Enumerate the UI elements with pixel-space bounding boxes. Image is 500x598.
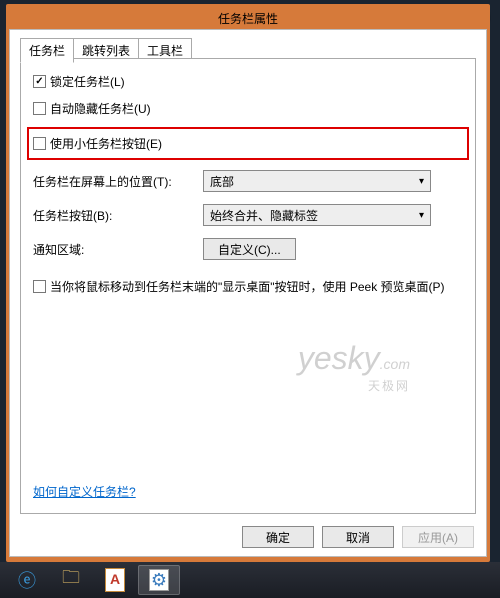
gear-icon: ⚙ xyxy=(149,569,169,591)
combine-label: 任务栏按钮(B): xyxy=(33,207,203,224)
peek-checkbox[interactable] xyxy=(33,280,46,293)
customize-button[interactable]: 自定义(C)... xyxy=(203,238,296,260)
small-buttons-label[interactable]: 使用小任务栏按钮(E) xyxy=(33,135,162,152)
autohide-text: 自动隐藏任务栏(U) xyxy=(50,100,151,117)
row-position: 任务栏在屏幕上的位置(T): 底部 ▾ xyxy=(33,170,463,192)
combine-value: 始终合并、隐藏标签 xyxy=(210,207,318,224)
taskbar-explorer-icon[interactable]: 🗀 xyxy=(50,565,92,595)
lock-taskbar-checkbox[interactable] xyxy=(33,75,46,88)
position-value: 底部 xyxy=(210,173,234,190)
autohide-label[interactable]: 自动隐藏任务栏(U) xyxy=(33,100,151,117)
dialog-titlebar: 任务栏属性 xyxy=(9,7,487,29)
dialog-body: 任务栏 跳转列表 工具栏 锁定任务栏(L) 自动隐藏任务栏(U) xyxy=(9,29,487,557)
taskbar-ie-icon[interactable]: ⓔ xyxy=(6,565,48,595)
apply-button[interactable]: 应用(A) xyxy=(402,526,474,548)
document-icon xyxy=(105,568,125,592)
ie-icon: ⓔ xyxy=(18,567,36,593)
dialog-title: 任务栏属性 xyxy=(218,10,278,27)
help-link-row: 如何自定义任务栏? xyxy=(33,483,136,501)
help-link[interactable]: 如何自定义任务栏? xyxy=(33,485,136,499)
taskbar-app1-icon[interactable] xyxy=(94,565,136,595)
small-buttons-checkbox[interactable] xyxy=(33,137,46,150)
dialog-window: 任务栏属性 任务栏 跳转列表 工具栏 锁定任务栏(L) 自动隐藏任务栏(U) xyxy=(6,4,490,562)
tab-panel: 锁定任务栏(L) 自动隐藏任务栏(U) 使用小任务栏按钮(E) 任务 xyxy=(20,58,476,514)
position-label: 任务栏在屏幕上的位置(T): xyxy=(33,173,203,190)
cancel-button[interactable]: 取消 xyxy=(322,526,394,548)
row-peek: 当你将鼠标移动到任务栏末端的"显示桌面"按钮时，使用 Peek 预览桌面(P) xyxy=(33,278,463,296)
row-autohide: 自动隐藏任务栏(U) xyxy=(33,100,463,117)
row-combine: 任务栏按钮(B): 始终合并、隐藏标签 ▾ xyxy=(33,204,463,226)
peek-label[interactable]: 当你将鼠标移动到任务栏末端的"显示桌面"按钮时，使用 Peek 预览桌面(P) xyxy=(33,278,445,296)
row-lock-taskbar: 锁定任务栏(L) xyxy=(33,73,463,90)
row-notification: 通知区域: 自定义(C)... xyxy=(33,238,463,260)
taskbar-properties-icon[interactable]: ⚙ xyxy=(138,565,180,595)
lock-taskbar-text: 锁定任务栏(L) xyxy=(50,73,125,90)
watermark-yesky: yesky.com 天极网 xyxy=(298,340,410,394)
combine-dropdown[interactable]: 始终合并、隐藏标签 ▾ xyxy=(203,204,431,226)
highlight-small-buttons: 使用小任务栏按钮(E) xyxy=(27,127,469,160)
chevron-down-icon: ▾ xyxy=(419,176,424,187)
tab-taskbar[interactable]: 任务栏 xyxy=(20,38,74,63)
peek-text: 当你将鼠标移动到任务栏末端的"显示桌面"按钮时，使用 Peek 预览桌面(P) xyxy=(50,278,445,296)
autohide-checkbox[interactable] xyxy=(33,102,46,115)
lock-taskbar-label[interactable]: 锁定任务栏(L) xyxy=(33,73,125,90)
system-taskbar: ⓔ 🗀 ⚙ xyxy=(0,562,500,598)
dialog-footer: 确定 取消 应用(A) xyxy=(242,526,474,548)
chevron-down-icon: ▾ xyxy=(419,210,424,221)
notification-label: 通知区域: xyxy=(33,241,203,258)
folder-icon: 🗀 xyxy=(62,565,80,595)
ok-button[interactable]: 确定 xyxy=(242,526,314,548)
small-buttons-text: 使用小任务栏按钮(E) xyxy=(50,135,162,152)
position-dropdown[interactable]: 底部 ▾ xyxy=(203,170,431,192)
